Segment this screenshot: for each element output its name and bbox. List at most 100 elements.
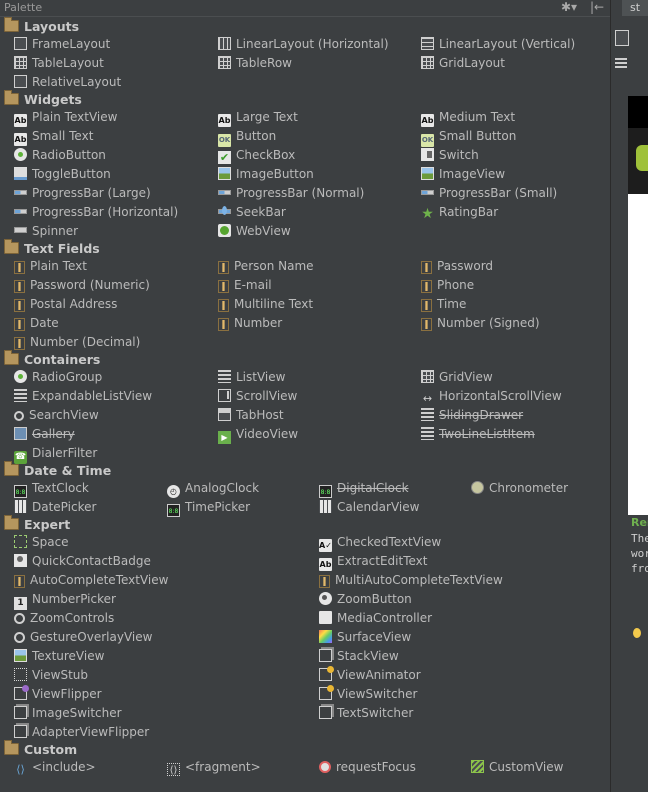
- palette-item-gestureoverlayview[interactable]: GestureOverlayView: [14, 628, 152, 647]
- palette-item-tablelayout[interactable]: TableLayout: [14, 54, 104, 73]
- palette-item-large-text[interactable]: Ab Large Text: [218, 108, 298, 127]
- palette-item-password-numeric[interactable]: I Password (Numeric): [14, 276, 150, 295]
- surface-icon: [319, 630, 332, 643]
- lightbulb-icon[interactable]: [633, 628, 641, 638]
- palette-item-linearlayout-horizontal[interactable]: LinearLayout (Horizontal): [218, 35, 389, 54]
- palette-item-extractedittext[interactable]: Ab ExtractEditText: [319, 552, 428, 571]
- palette-item-viewstub[interactable]: ViewStub: [14, 666, 88, 685]
- settings-icon[interactable]: ✱▾: [561, 0, 577, 14]
- palette-item-tablerow[interactable]: TableRow: [218, 54, 292, 73]
- palette-item-listview[interactable]: ListView: [218, 368, 285, 387]
- palette-item-mediacontroller[interactable]: MediaController: [319, 609, 432, 628]
- palette-item-numberpicker[interactable]: 1 NumberPicker: [14, 590, 116, 610]
- palette-item-viewswitcher[interactable]: ViewSwitcher: [319, 685, 417, 704]
- palette-item-medium-text[interactable]: Ab Medium Text: [421, 108, 515, 127]
- list-icon[interactable]: [615, 58, 627, 68]
- palette-item-timepicker[interactable]: 8:8 TimePicker: [167, 498, 250, 517]
- palette-item-plain-textview[interactable]: Ab Plain TextView: [14, 108, 117, 127]
- palette-item-relativelayout[interactable]: RelativeLayout: [14, 73, 121, 92]
- palette-item-postal-address[interactable]: I Postal Address: [14, 295, 117, 314]
- pin-icon[interactable]: |←: [590, 0, 604, 14]
- gallery-icon: [14, 427, 27, 440]
- palette-item-stackview[interactable]: StackView: [319, 647, 399, 666]
- palette-item-framelayout[interactable]: FrameLayout: [14, 35, 110, 54]
- palette-item-include[interactable]: ⟨⟩ <include>: [14, 758, 95, 777]
- palette-item-videoview[interactable]: ▶ VideoView: [218, 425, 298, 444]
- category-text-fields[interactable]: Text Fields: [4, 239, 100, 258]
- palette-item-scrollview[interactable]: ScrollView: [218, 387, 297, 406]
- palette-item-tabhost[interactable]: TabHost: [218, 406, 284, 425]
- palette-item-date[interactable]: I Date: [14, 314, 59, 333]
- palette-item-checkedtextview[interactable]: A✓ CheckedTextView: [319, 533, 441, 552]
- palette-item-multiline-text[interactable]: I Multiline Text: [218, 295, 313, 314]
- editor-tab-label[interactable]: st: [630, 1, 640, 14]
- palette-item-number-decimal[interactable]: I Number (Decimal): [14, 333, 140, 352]
- palette-item-number[interactable]: I Number: [218, 314, 282, 333]
- palette-item-viewanimator[interactable]: ViewAnimator: [319, 666, 421, 685]
- palette-item-radiobutton[interactable]: RadioButton: [14, 146, 106, 165]
- palette-item-zoomcontrols[interactable]: ZoomControls: [14, 609, 114, 628]
- palette-item-zoombutton[interactable]: ZoomButton: [319, 590, 412, 609]
- palette-item-fragment[interactable]: ⟨⟩ <fragment>: [167, 758, 261, 777]
- category-date-time[interactable]: Date & Time: [4, 461, 111, 480]
- palette-item-imagebutton[interactable]: ImageButton: [218, 165, 314, 184]
- palette-item-person-name[interactable]: I Person Name: [218, 257, 314, 276]
- palette-item-datepicker[interactable]: DatePicker: [14, 498, 96, 517]
- palette-item-autocompletetextview[interactable]: I AutoCompleteTextView: [14, 571, 168, 590]
- palette-item-linearlayout-vertical[interactable]: LinearLayout (Vertical): [421, 35, 575, 54]
- palette-item-small-button[interactable]: OK Small Button: [421, 127, 516, 147]
- palette-item-gridlayout[interactable]: GridLayout: [421, 54, 505, 73]
- palette-item-searchview[interactable]: SearchView: [14, 406, 99, 425]
- palette-item-surfaceview[interactable]: SurfaceView: [319, 628, 411, 647]
- palette-item-chronometer[interactable]: Chronometer: [471, 479, 568, 498]
- palette-item-email[interactable]: I E-mail: [218, 276, 272, 295]
- palette-item-password[interactable]: I Password: [421, 257, 493, 276]
- category-custom[interactable]: Custom: [4, 740, 77, 759]
- palette-item-digitalclock[interactable]: 8:8 DigitalClock: [319, 479, 409, 498]
- palette-item-progressbar-normal[interactable]: ProgressBar (Normal): [218, 184, 364, 203]
- palette-item-togglebutton[interactable]: ToggleButton: [14, 165, 111, 184]
- palette-item-small-text[interactable]: Ab Small Text: [14, 127, 93, 146]
- palette-item-ratingbar[interactable]: ★ RatingBar: [421, 203, 498, 222]
- palette-item-gallery[interactable]: Gallery: [14, 425, 75, 444]
- category-widgets[interactable]: Widgets: [4, 90, 82, 109]
- palette-item-dialerfilter[interactable]: ☎ DialerFilter: [14, 444, 97, 464]
- device-icon[interactable]: [615, 30, 629, 46]
- palette-item-horizontalscrollview[interactable]: ↔ HorizontalScrollView: [421, 387, 562, 406]
- palette-item-calendarview[interactable]: CalendarView: [319, 498, 419, 517]
- palette-item-webview[interactable]: WebView: [218, 222, 291, 241]
- palette-item-phone[interactable]: I Phone: [421, 276, 474, 295]
- palette-item-multiautocompletetextview[interactable]: I MultiAutoCompleteTextView: [319, 571, 503, 590]
- palette-item-analogclock[interactable]: ◴ AnalogClock: [167, 479, 259, 498]
- palette-item-viewflipper[interactable]: ViewFlipper: [14, 685, 102, 704]
- palette-item-adapterviewflipper[interactable]: AdapterViewFlipper: [14, 723, 149, 742]
- palette-item-textswitcher[interactable]: TextSwitcher: [319, 704, 413, 723]
- palette-item-progressbar-horizontal[interactable]: ProgressBar (Horizontal): [14, 203, 178, 222]
- palette-item-progressbar-small[interactable]: ProgressBar (Small): [421, 184, 557, 203]
- palette-item-seekbar[interactable]: SeekBar: [218, 203, 286, 222]
- palette-item-number-signed[interactable]: I Number (Signed): [421, 314, 540, 333]
- category-layouts[interactable]: Layouts: [4, 17, 79, 36]
- category-containers[interactable]: Containers: [4, 350, 100, 369]
- palette-item-gridview[interactable]: GridView: [421, 368, 493, 387]
- palette-item-expandablelistview[interactable]: ExpandableListView: [14, 387, 152, 406]
- palette-item-customview[interactable]: CustomView: [471, 758, 563, 777]
- palette-item-slidingdrawer[interactable]: SlidingDrawer: [421, 406, 523, 425]
- palette-item-switch[interactable]: Switch: [421, 146, 479, 165]
- palette-item-plain-text[interactable]: I Plain Text: [14, 257, 87, 276]
- palette-item-spinner[interactable]: Spinner: [14, 222, 78, 241]
- category-expert[interactable]: Expert: [4, 515, 70, 534]
- palette-item-requestfocus[interactable]: requestFocus: [319, 758, 416, 777]
- palette-item-radiogroup[interactable]: RadioGroup: [14, 368, 102, 387]
- palette-item-quickcontactbadge[interactable]: QuickContactBadge: [14, 552, 151, 571]
- palette-item-checkbox[interactable]: ✔ CheckBox: [218, 146, 295, 165]
- palette-item-imageswitcher[interactable]: ImageSwitcher: [14, 704, 122, 723]
- palette-item-button[interactable]: OK Button: [218, 127, 276, 147]
- palette-item-progressbar-large[interactable]: ProgressBar (Large): [14, 184, 151, 203]
- palette-item-imageview[interactable]: ImageView: [421, 165, 505, 184]
- palette-item-textclock[interactable]: 8:8 TextClock: [14, 479, 89, 498]
- palette-item-textureview[interactable]: TextureView: [14, 647, 104, 666]
- palette-item-space[interactable]: Space: [14, 533, 69, 552]
- palette-item-time[interactable]: I Time: [421, 295, 466, 314]
- palette-item-twolinelistitem[interactable]: TwoLineListItem: [421, 425, 535, 444]
